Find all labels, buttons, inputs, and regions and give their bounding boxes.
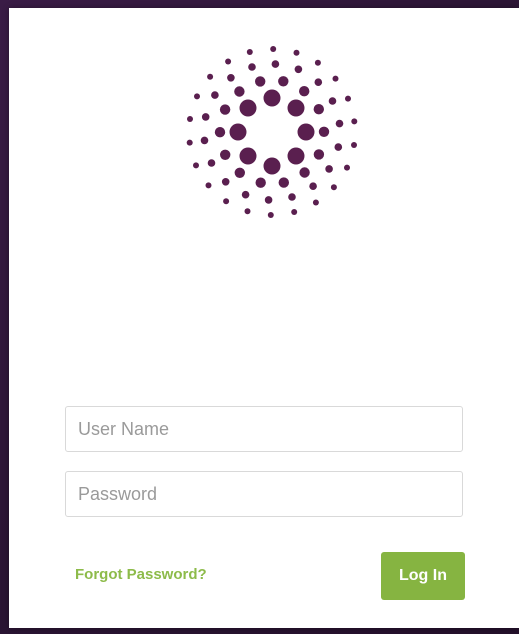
logo-dot bbox=[201, 113, 210, 121]
logo-dot bbox=[264, 196, 273, 204]
logo-dot bbox=[291, 209, 298, 215]
password-input[interactable] bbox=[65, 471, 463, 517]
username-input[interactable] bbox=[65, 406, 463, 452]
logo-dot bbox=[278, 76, 289, 87]
logo-dot bbox=[330, 184, 337, 191]
logo-dot bbox=[246, 49, 253, 55]
logo-dot bbox=[345, 95, 351, 102]
logo-dot bbox=[234, 167, 245, 178]
logo-dot bbox=[271, 60, 280, 68]
logo-dot bbox=[255, 177, 266, 188]
logo-dot bbox=[263, 157, 281, 175]
logo-dot bbox=[318, 126, 330, 137]
logo-dot bbox=[270, 46, 277, 52]
logo-dot bbox=[344, 164, 350, 171]
logo-dot bbox=[239, 99, 257, 117]
logo-dot bbox=[248, 63, 256, 71]
logo-dot bbox=[335, 119, 344, 128]
login-button[interactable]: Log In bbox=[381, 552, 465, 600]
logo-dot bbox=[255, 76, 266, 87]
logo-dot bbox=[187, 116, 193, 122]
dot-sunburst-logo-icon bbox=[186, 46, 358, 218]
logo-dot bbox=[325, 165, 333, 173]
logo-dot bbox=[332, 75, 339, 82]
logo-dot bbox=[314, 78, 323, 86]
logo-dot bbox=[214, 127, 226, 138]
logo-dot bbox=[293, 49, 300, 56]
logo-dot bbox=[313, 104, 324, 115]
logo-dot bbox=[221, 178, 230, 186]
logo-dot bbox=[287, 147, 305, 165]
logo-dot bbox=[186, 139, 193, 146]
logo-dot bbox=[229, 123, 247, 141]
logo-dot bbox=[211, 91, 219, 99]
logo-dot bbox=[207, 73, 214, 80]
logo-dot bbox=[223, 198, 230, 205]
logo-dot bbox=[200, 136, 209, 145]
logo-dot bbox=[287, 99, 305, 117]
logo-dot bbox=[234, 86, 245, 97]
logo-dot bbox=[351, 118, 358, 125]
forgot-password-link[interactable]: Forgot Password? bbox=[75, 566, 207, 583]
login-card: Forgot Password? Log In bbox=[9, 8, 519, 628]
logo-dot bbox=[328, 97, 337, 105]
logo-dot bbox=[297, 123, 315, 141]
logo-dot bbox=[278, 177, 289, 188]
logo-dot bbox=[207, 159, 216, 167]
logo-dot bbox=[288, 193, 296, 201]
logo-dot bbox=[351, 142, 357, 148]
logo-dot bbox=[334, 143, 343, 151]
logo-dot bbox=[313, 149, 325, 160]
logo-dot bbox=[239, 147, 257, 165]
logo-dot bbox=[219, 104, 231, 115]
logo-dot bbox=[314, 59, 321, 66]
logo-dot bbox=[205, 182, 212, 189]
logo-dot bbox=[267, 212, 274, 218]
logo-dot bbox=[193, 162, 199, 169]
logo-dot bbox=[263, 89, 281, 107]
logo-dot bbox=[244, 208, 251, 215]
logo-dot bbox=[299, 167, 310, 178]
logo-dot bbox=[294, 65, 303, 74]
logo-dot bbox=[299, 86, 310, 97]
logo-dot bbox=[225, 58, 232, 65]
logo-dot bbox=[312, 199, 319, 206]
logo-dot bbox=[194, 93, 200, 100]
logo-dot bbox=[227, 74, 235, 82]
logo-dot bbox=[241, 190, 250, 199]
logo-dot bbox=[220, 149, 231, 160]
logo-dot bbox=[309, 182, 317, 190]
